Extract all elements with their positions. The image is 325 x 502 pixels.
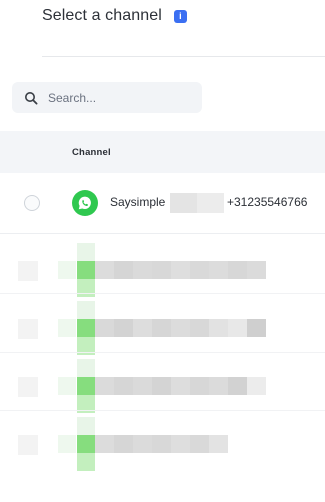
column-header-channel: Channel (72, 146, 111, 158)
list-item[interactable] (0, 417, 325, 475)
blurred-block (77, 417, 95, 435)
blurred-block (77, 243, 95, 261)
blurred-block (77, 359, 95, 377)
blurred-channel-label (95, 261, 266, 279)
channel-name: Saysimple (110, 195, 166, 209)
blurred-channel-icon (77, 435, 95, 453)
blurred-block (58, 435, 76, 453)
search-input[interactable]: Search... (12, 82, 202, 113)
search-placeholder: Search... (48, 90, 97, 105)
table-row[interactable]: Saysimple +31235546766 (0, 173, 325, 234)
divider (0, 352, 325, 353)
blurred-radio (18, 261, 38, 281)
info-icon[interactable]: i (173, 9, 187, 23)
whatsapp-icon (72, 190, 98, 216)
blurred-block (58, 319, 76, 337)
blurred-block (58, 377, 76, 395)
blurred-radio (18, 377, 38, 397)
blurred-channel-icon (77, 261, 95, 279)
divider (0, 293, 325, 294)
page-title: Select a channel (42, 7, 162, 24)
blurred-channel-icon (77, 319, 95, 337)
redacted-block (170, 193, 224, 213)
blurred-block (77, 279, 95, 297)
blurred-channel-label (95, 377, 266, 395)
list-item[interactable] (0, 359, 325, 417)
blurred-block (77, 453, 95, 471)
search-icon (25, 91, 38, 105)
divider (0, 410, 325, 411)
table-header: Channel (0, 131, 325, 173)
divider (42, 56, 325, 57)
list-item[interactable] (0, 301, 325, 359)
channel-phone: +31235546766 (227, 195, 308, 209)
blurred-radio (18, 435, 38, 455)
title-row: Select a channel i (42, 7, 187, 25)
blurred-radio (18, 319, 38, 339)
blurred-channel-label (95, 435, 228, 453)
blurred-block (58, 261, 76, 279)
row-radio[interactable] (24, 195, 40, 211)
blurred-channel-label (95, 319, 266, 337)
blurred-channel-icon (77, 377, 95, 395)
blurred-block (77, 301, 95, 319)
